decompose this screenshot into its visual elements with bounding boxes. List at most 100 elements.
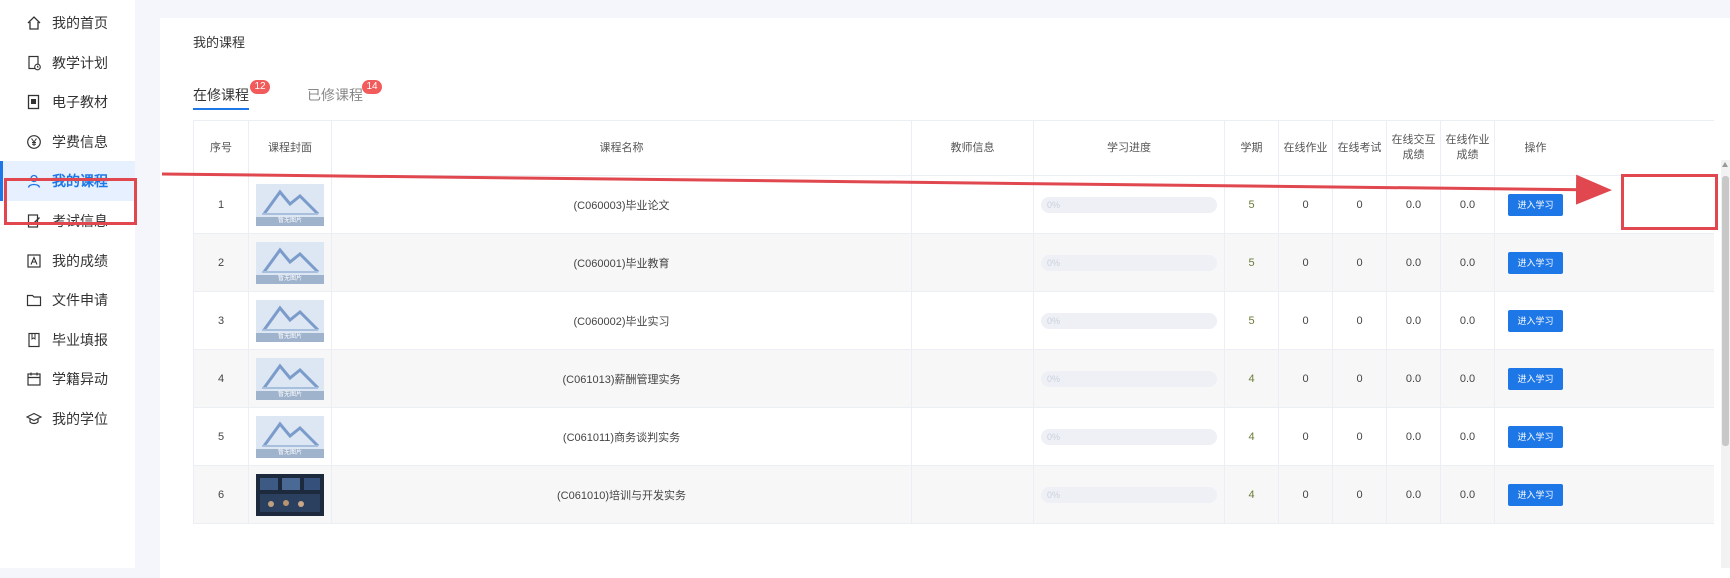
progress-bar: 0% <box>1041 254 1217 271</box>
sidebar-item[interactable]: 学费信息 <box>0 122 135 162</box>
cell-index: 5 <box>193 408 248 465</box>
enter-study-button[interactable]: 进入学习 <box>1508 251 1563 274</box>
enter-study-button[interactable]: 进入学习 <box>1508 193 1563 216</box>
cell-index: 1 <box>193 176 248 233</box>
column-header: 学习进度 <box>1033 121 1224 175</box>
sidebar-item[interactable]: 毕业填报 <box>0 320 135 360</box>
cell-cover: 暂无图片 <box>248 408 331 465</box>
cell-cover: 暂无图片 <box>248 234 331 291</box>
progress-bar: 0% <box>1041 486 1217 503</box>
ebook-icon <box>26 94 42 110</box>
table-row: 2 暂无图片 (C060001)毕业教育 0% 5 0 0 0.0 0.0 进入学习 <box>193 234 1714 292</box>
cell-teacher <box>911 292 1033 349</box>
grade-card-icon <box>26 253 42 269</box>
cell-interaction-score: 0.0 <box>1386 466 1440 523</box>
cell-name: (C061011)商务谈判实务 <box>331 408 911 465</box>
course-cover-placeholder: 暂无图片 <box>256 357 324 400</box>
cell-interaction-score: 0.0 <box>1386 408 1440 465</box>
cell-homework-score: 0.0 <box>1440 350 1494 407</box>
cell-progress: 0% <box>1033 176 1224 233</box>
cell-term: 4 <box>1224 350 1278 407</box>
vertical-scrollbar[interactable] <box>1721 160 1730 568</box>
tab-completed-courses[interactable]: 已修课程 <box>307 85 363 105</box>
sidebar-item[interactable]: 教学计划 <box>0 43 135 83</box>
progress-text: 0% <box>1047 431 1061 442</box>
cell-interaction-score: 0.0 <box>1386 234 1440 291</box>
enter-study-button[interactable]: 进入学习 <box>1508 483 1563 506</box>
cell-name: (C061013)薪酬管理实务 <box>331 350 911 407</box>
sidebar-item[interactable]: 文件申请 <box>0 280 135 320</box>
cell-teacher <box>911 176 1033 233</box>
table-row: 4 暂无图片 (C061013)薪酬管理实务 0% 4 0 0 0.0 0.0 进入学习 <box>193 350 1714 408</box>
mountain-placeholder-icon <box>262 305 320 331</box>
course-cover-placeholder: 暂无图片 <box>256 415 324 458</box>
cell-name: (C060001)毕业教育 <box>331 234 911 291</box>
table-row: 1 暂无图片 (C060003)毕业论文 0% 5 0 0 0.0 0.0 进入学习 <box>193 176 1714 234</box>
cell-index: 2 <box>193 234 248 291</box>
column-header: 在线交互成绩 <box>1386 121 1440 175</box>
sidebar-item[interactable]: 学籍异动 <box>0 359 135 399</box>
cell-name: (C060003)毕业论文 <box>331 176 911 233</box>
progress-bar: 0% <box>1041 370 1217 387</box>
cell-term: 4 <box>1224 466 1278 523</box>
scrollbar-thumb[interactable] <box>1722 176 1729 446</box>
cell-action: 进入学习 <box>1494 350 1576 407</box>
column-header: 学期 <box>1224 121 1278 175</box>
table-row: 6 (C061010)培训与开发实务 0% 4 0 0 0.0 0.0 进入学习 <box>193 466 1714 524</box>
scroll-up-icon[interactable] <box>1722 162 1728 167</box>
home-icon <box>26 15 42 31</box>
progress-bar: 0% <box>1041 196 1217 213</box>
cell-online-exam: 0 <box>1332 466 1386 523</box>
cell-online-exam: 0 <box>1332 234 1386 291</box>
course-cover-placeholder: 暂无图片 <box>256 299 324 342</box>
sidebar-item-label: 我的首页 <box>52 15 108 31</box>
active-indicator <box>0 161 3 201</box>
cell-action: 进入学习 <box>1494 234 1576 291</box>
column-header: 在线考试 <box>1332 121 1386 175</box>
progress-bar: 0% <box>1041 312 1217 329</box>
cell-name: (C060002)毕业实习 <box>331 292 911 349</box>
cell-online-exam: 0 <box>1332 350 1386 407</box>
mountain-placeholder-icon <box>262 247 320 273</box>
bookmark-book-icon <box>26 332 42 348</box>
progress-text: 0% <box>1047 257 1061 268</box>
sidebar-item-label: 学费信息 <box>52 134 108 150</box>
course-cover-placeholder: 暂无图片 <box>256 183 324 226</box>
cell-teacher <box>911 466 1033 523</box>
cell-homework-score: 0.0 <box>1440 408 1494 465</box>
cell-online-exam: 0 <box>1332 292 1386 349</box>
sidebar-item[interactable]: 我的首页 <box>0 3 135 43</box>
cell-index: 4 <box>193 350 248 407</box>
yen-coin-icon <box>26 134 42 150</box>
sidebar-item[interactable]: 我的学位 <box>0 399 135 439</box>
column-header: 在线作业成绩 <box>1440 121 1494 175</box>
course-cover-placeholder: 暂无图片 <box>256 241 324 284</box>
cell-online-homework: 0 <box>1278 408 1332 465</box>
graduation-cap-icon <box>26 411 42 427</box>
cell-index: 6 <box>193 466 248 523</box>
cell-online-exam: 0 <box>1332 176 1386 233</box>
sidebar-item[interactable]: 我的成绩 <box>0 241 135 281</box>
enter-study-button[interactable]: 进入学习 <box>1508 309 1563 332</box>
cell-interaction-score: 0.0 <box>1386 176 1440 233</box>
cell-homework-score: 0.0 <box>1440 176 1494 233</box>
highlight-box-enter-study <box>1621 174 1718 230</box>
tab-label: 在修课程 <box>193 87 249 103</box>
cover-caption: 暂无图片 <box>256 216 324 226</box>
progress-text: 0% <box>1047 373 1061 384</box>
enter-study-button[interactable]: 进入学习 <box>1508 425 1563 448</box>
cell-homework-score: 0.0 <box>1440 466 1494 523</box>
cell-homework-score: 0.0 <box>1440 234 1494 291</box>
cell-progress: 0% <box>1033 234 1224 291</box>
tab-current-courses[interactable]: 在修课程 <box>193 85 249 105</box>
cell-term: 5 <box>1224 292 1278 349</box>
sidebar-item[interactable]: 电子教材 <box>0 82 135 122</box>
highlight-box-my-courses <box>4 178 137 225</box>
cover-caption: 暂无图片 <box>256 448 324 458</box>
cell-online-homework: 0 <box>1278 466 1332 523</box>
cell-interaction-score: 0.0 <box>1386 292 1440 349</box>
cell-online-homework: 0 <box>1278 350 1332 407</box>
cell-term: 4 <box>1224 408 1278 465</box>
enter-study-button[interactable]: 进入学习 <box>1508 367 1563 390</box>
cell-cover: 暂无图片 <box>248 350 331 407</box>
